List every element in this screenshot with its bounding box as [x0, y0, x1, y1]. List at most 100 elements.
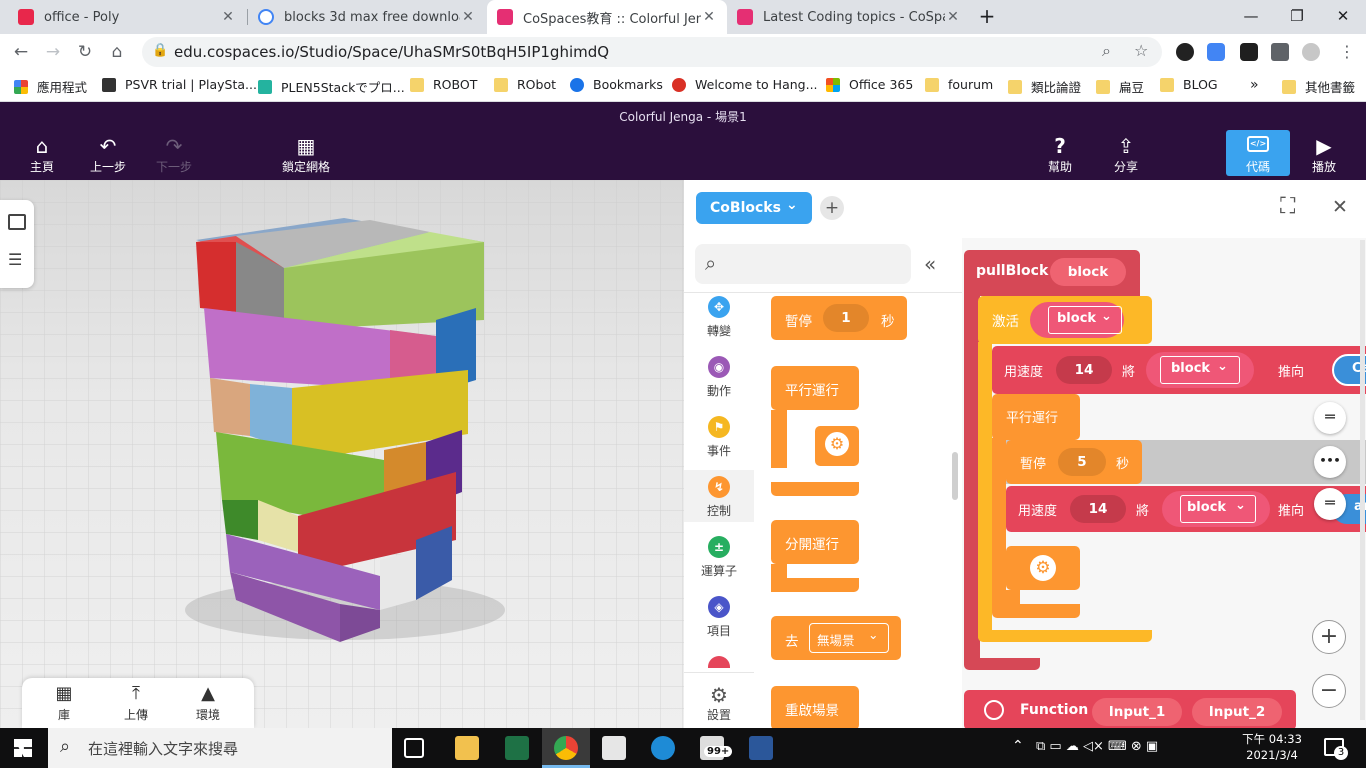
category-transform[interactable]: ✥ 轉變 [684, 296, 754, 339]
help-button[interactable]: ? 幫助 [1030, 134, 1090, 175]
close-panel-icon[interactable]: ✕ [1332, 196, 1348, 218]
parallel-block[interactable]: 平行運行 [771, 366, 859, 410]
grid-lock-button[interactable]: ▦ 鎖定網格 [270, 134, 342, 175]
category-actions[interactable]: ◉ 動作 [684, 356, 754, 399]
scene-dropdown[interactable]: 無場景 ⌄ [809, 623, 889, 653]
minimize-button[interactable]: — [1228, 0, 1274, 34]
mail-icon[interactable]: 99+ [700, 736, 733, 760]
function-param[interactable]: block [1050, 258, 1126, 286]
gallery-icon[interactable] [8, 214, 26, 230]
undo-button[interactable]: ↶ 上一步 [78, 134, 138, 175]
add-script-button[interactable]: + [820, 196, 844, 220]
speed-value-input[interactable]: 14 [1070, 495, 1126, 523]
menu-icon[interactable]: ⋮ [1334, 39, 1360, 65]
bookmark-fourum[interactable]: fourum [925, 77, 993, 92]
push-block-2[interactable]: 用速度 14 將 block ⌄ 推向 am [1006, 486, 1366, 532]
upload-button[interactable]: ⤒ 上傳 [106, 682, 166, 723]
block-search-input[interactable]: ⌕ [695, 244, 911, 284]
excel-icon[interactable] [505, 736, 529, 760]
fullscreen-icon[interactable]: ⛶ [1280, 194, 1295, 219]
system-tray-icons[interactable]: ⧉ ▭ ☁ ◁× ⌨ ⊗ ▣ [1036, 739, 1158, 754]
activate-target-dropdown[interactable]: block ⌄ [1048, 306, 1122, 334]
restore-button[interactable]: ❐ [1274, 0, 1320, 34]
jenga-tower[interactable] [196, 218, 484, 642]
parallel-gear-slot[interactable]: ⚙ [815, 426, 859, 466]
bookmark-lentils[interactable]: 扁豆 [1096, 77, 1144, 96]
bookmark-psvr[interactable]: PSVR trial | PlaySta... [102, 77, 257, 92]
clock[interactable]: 下午 04:33 2021/3/4 [1240, 731, 1304, 763]
bookmark-hang[interactable]: Welcome to Hang... [672, 77, 818, 92]
close-tab-icon[interactable]: ✕ [460, 9, 476, 25]
zoom-search-icon[interactable]: ⌕ [1102, 41, 1111, 61]
edge-icon[interactable] [651, 736, 675, 760]
parallel-gear-slot[interactable]: ⚙ [1006, 546, 1080, 590]
share-button[interactable]: ⇪ 分享 [1096, 134, 1156, 175]
file-explorer-icon[interactable] [455, 736, 479, 760]
environment-button[interactable]: ▲ 環境 [178, 682, 238, 723]
pause-block[interactable]: 暫停 5 秒 [1006, 440, 1142, 484]
avatar[interactable] [1302, 43, 1320, 61]
goto-block[interactable]: 去 無場景 ⌄ [771, 616, 901, 660]
back-icon[interactable]: ← [8, 39, 34, 65]
bookmark-office365[interactable]: Office 365 [826, 77, 913, 92]
bookmarks-more-button[interactable]: » [1250, 77, 1259, 93]
address-bar[interactable]: 🔒 edu.cospaces.io/Studio/Space/UhaSMrS0t… [142, 37, 1162, 67]
category-operators[interactable]: ± 運算子 [684, 536, 754, 579]
close-tab-icon[interactable]: ✕ [220, 9, 236, 25]
puzzle-icon[interactable] [1271, 43, 1289, 61]
word-icon[interactable] [749, 736, 773, 760]
input-1-slot[interactable]: Input_1 [1092, 698, 1182, 726]
pause-block[interactable]: 暫停 1 秒 [771, 296, 907, 340]
task-view-icon[interactable] [404, 738, 424, 758]
bookmark-blog[interactable]: BLOG [1160, 77, 1218, 92]
bookmark-analogy[interactable]: 類比論證 [1008, 77, 1081, 96]
translate-icon[interactable] [1207, 43, 1225, 61]
terminal-icon[interactable] [1240, 43, 1258, 61]
bookmark-robot[interactable]: ROBOT [410, 77, 477, 92]
bookmark-plen5stack[interactable]: PLEN5Stackでプロ... [258, 77, 405, 96]
tab-google-search[interactable]: blocks 3d max free download - ✕ [248, 0, 486, 34]
star-icon[interactable]: ☆ [1134, 41, 1148, 60]
library-button[interactable]: ▦ 庫 [34, 682, 94, 723]
pause-value-input[interactable]: 5 [1058, 448, 1106, 476]
input-2-slot[interactable]: Input_2 [1192, 698, 1282, 726]
speed-value-input[interactable]: 14 [1056, 356, 1112, 384]
data-category-icon[interactable] [708, 656, 730, 668]
category-items[interactable]: ◈ 項目 [684, 596, 754, 639]
code-workspace[interactable]: pullBlock block 激活 block ⌄ 用速度 14 將 bloc… [962, 238, 1366, 728]
close-tab-icon[interactable]: ✕ [701, 9, 717, 25]
activate-block[interactable]: 激活 block ⌄ [978, 296, 1152, 344]
windows-start-icon[interactable] [14, 739, 32, 757]
coblocks-dropdown[interactable]: CoBlocks ⌄ [696, 192, 812, 224]
parallel-run-block[interactable]: 平行運行 [992, 394, 1080, 440]
home-button[interactable]: ⌂ 主頁 [12, 134, 72, 175]
push-target-dropdown[interactable]: block ⌄ [1160, 356, 1240, 384]
bookmark-bookmarks[interactable]: Bookmarks [570, 77, 663, 92]
collapse-palette-icon[interactable]: « [924, 252, 936, 276]
push-target-dropdown[interactable]: block ⌄ [1180, 495, 1256, 523]
bookmark-apps[interactable]: 應用程式 [14, 77, 87, 96]
more-options-icon[interactable]: ••• [1314, 446, 1346, 478]
forward-icon[interactable]: → [40, 39, 66, 65]
zoom-out-button[interactable]: − [1312, 674, 1346, 708]
extension-icon[interactable] [1176, 43, 1194, 61]
home-icon[interactable]: ⌂ [104, 39, 130, 65]
tab-cospaces-jenga[interactable]: CoSpaces教育 :: Colorful Jenga ✕ [487, 0, 727, 34]
category-control[interactable]: ↯ 控制 [684, 470, 754, 522]
store-icon[interactable] [602, 736, 626, 760]
tab-office-poly[interactable]: office - Poly ✕ [8, 0, 246, 34]
pause-value-input[interactable]: 1 [823, 304, 869, 332]
scene-viewport[interactable] [0, 180, 684, 728]
close-tab-icon[interactable]: ✕ [945, 9, 961, 25]
code-button[interactable]: </> 代碼 [1226, 130, 1290, 176]
new-tab-button[interactable]: + [970, 0, 1004, 34]
restart-scene-block[interactable]: 重啟場景 [771, 686, 859, 730]
zoom-in-button[interactable]: + [1312, 620, 1346, 654]
play-button[interactable]: ▶ 播放 [1294, 134, 1354, 175]
chrome-taskbar-active[interactable] [542, 728, 590, 768]
taskbar-search-box[interactable]: ⌕ 在這裡輸入文字來搜尋 [48, 728, 392, 768]
category-events[interactable]: ⚑ 事件 [684, 416, 754, 459]
function-header-block[interactable]: pullBlock block [964, 250, 1140, 296]
chevron-up-icon[interactable]: ⌃ [1012, 738, 1024, 754]
close-window-button[interactable]: ✕ [1320, 0, 1366, 34]
